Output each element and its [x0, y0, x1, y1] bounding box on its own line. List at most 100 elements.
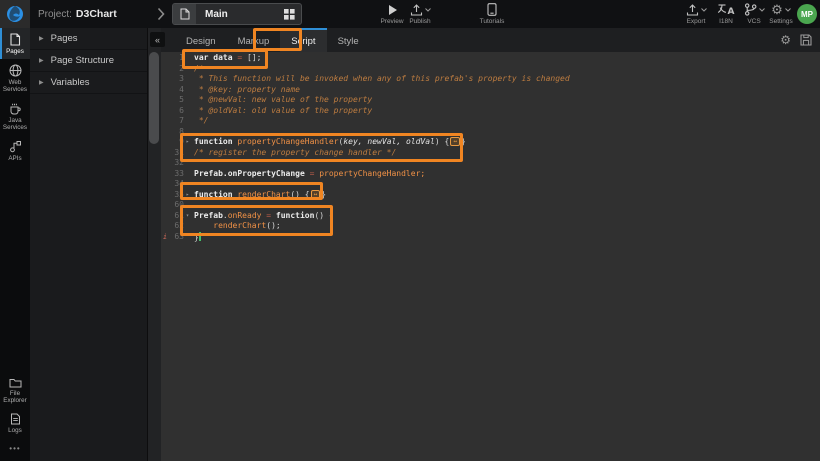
export-button[interactable]: Export [680, 3, 712, 25]
code-text [191, 200, 194, 211]
line-number: 63 [169, 232, 184, 243]
chevron-down-icon [425, 8, 431, 12]
line-number: 62 [169, 221, 184, 232]
panel-section-pages[interactable]: ▶ Pages [30, 28, 147, 50]
gear-icon: ⚙ [771, 4, 783, 16]
folded-code-badge[interactable]: ↔ [311, 190, 321, 199]
fold-gutter [184, 148, 191, 159]
translate-icon: A [717, 3, 736, 16]
code-line[interactable]: 31/* register the property change handle… [161, 148, 820, 159]
svg-text:A: A [727, 7, 734, 16]
lint-marker-icon: i [161, 232, 169, 243]
top-bar: Project: D3Chart Main [0, 0, 820, 28]
code-line[interactable]: 32 [161, 158, 820, 169]
save-icon[interactable] [800, 34, 812, 46]
folder-icon [9, 377, 22, 388]
code-line[interactable]: 4 * @key: property name [161, 85, 820, 96]
fold-gutter [184, 221, 191, 232]
sidebar-item-file-explorer[interactable]: File Explorer [0, 372, 30, 408]
active-page-selector[interactable]: Main [172, 3, 302, 25]
page-file-icon [173, 4, 196, 24]
code-line[interactable]: 7 */ [161, 116, 820, 127]
code-line[interactable]: 34 [161, 179, 820, 190]
line-number: 4 [169, 85, 184, 96]
line-number: 1 [169, 53, 184, 64]
play-icon [387, 3, 398, 16]
code-line[interactable]: 62 renderChart(); [161, 221, 820, 232]
code-line[interactable]: 3 * This function will be invoked when a… [161, 74, 820, 85]
code-line[interactable]: i63} [161, 232, 820, 243]
vcs-button[interactable]: VCS [740, 3, 768, 25]
app-logo[interactable] [0, 0, 30, 28]
sidebar-item-web-services[interactable]: Web Services [0, 59, 30, 97]
gutter-spacer [161, 127, 169, 138]
gear-icon[interactable]: ⚙ [780, 34, 791, 46]
code-line[interactable]: 5 * @newVal: new value of the property [161, 95, 820, 106]
panel-scrollbar[interactable] [148, 28, 161, 461]
tab-script[interactable]: Script [280, 28, 326, 52]
expand-arrow-icon: ▶ [39, 35, 44, 42]
code-line[interactable]: 61▾Prefab.onReady = function() { [161, 211, 820, 222]
tutorials-button[interactable]: Tutorials [476, 3, 508, 25]
code-text: var data = []; [191, 53, 261, 64]
sidebar-item-apis[interactable]: APIs [0, 135, 30, 166]
fold-marker-icon[interactable]: ▸ [184, 190, 191, 201]
line-number: 35 [169, 190, 184, 201]
fold-marker-icon[interactable]: ▾ [184, 211, 191, 222]
code-line[interactable]: 33Prefab.onPropertyChange = propertyChan… [161, 169, 820, 180]
fold-gutter [184, 200, 191, 211]
page-explorer-panel: ▶ Pages ▶ Page Structure ▶ Variables [30, 28, 148, 461]
code-line[interactable]: 1 var data = []; [161, 53, 820, 64]
user-avatar[interactable]: MP [797, 4, 817, 24]
gutter-spacer [161, 221, 169, 232]
log-file-icon [10, 413, 21, 425]
line-number: 8 [169, 127, 184, 138]
branch-icon [744, 3, 757, 16]
code-editor[interactable]: 1 var data = [];2/*3 * This function will… [161, 53, 820, 461]
project-label: Project: [38, 9, 72, 20]
code-line[interactable]: 2/* [161, 64, 820, 75]
code-line[interactable]: 60 [161, 200, 820, 211]
wavemaker-ide: Project: D3Chart Main [0, 0, 820, 461]
activity-bar: Pages Web Services Java Services [0, 28, 30, 461]
more-options-icon[interactable]: ••• [0, 438, 30, 459]
i18n-button[interactable]: A I18N [712, 3, 740, 25]
upload-icon [410, 4, 423, 16]
fold-gutter [184, 95, 191, 106]
publish-button[interactable]: Publish [404, 3, 436, 25]
code-line[interactable]: 8 [161, 127, 820, 138]
fold-gutter [184, 53, 191, 64]
gutter-spacer [161, 116, 169, 127]
settings-button[interactable]: ⚙ Settings [766, 3, 796, 25]
sidebar-item-pages[interactable]: Pages [0, 28, 30, 59]
code-text: renderChart(); [191, 221, 281, 232]
tab-markup[interactable]: Markup [227, 28, 281, 52]
code-line[interactable]: 35▸function renderChart() {↔} [161, 190, 820, 201]
panel-section-page-structure[interactable]: ▶ Page Structure [30, 50, 147, 72]
code-text: */ [191, 116, 208, 127]
gutter-spacer [161, 64, 169, 75]
gutter-spacer [161, 169, 169, 180]
panel-section-variables[interactable]: ▶ Variables [30, 72, 147, 94]
sidebar-item-java-services[interactable]: Java Services [0, 97, 30, 135]
code-line[interactable]: 6 * @oldVal: old value of the property [161, 106, 820, 117]
expand-arrow-icon: ▶ [39, 79, 44, 86]
code-text: function renderChart() {↔} [191, 190, 326, 201]
folded-code-badge[interactable]: ↔ [450, 137, 460, 146]
fold-gutter [184, 74, 191, 85]
gutter-spacer [161, 53, 169, 64]
fold-gutter [184, 116, 191, 127]
line-number: 3 [169, 74, 184, 85]
fold-marker-icon[interactable]: ▸ [184, 137, 191, 148]
tab-design[interactable]: Design [175, 28, 227, 52]
pages-grid-icon[interactable] [284, 9, 295, 20]
line-number: 9 [169, 137, 184, 148]
coffee-cup-icon [9, 102, 22, 115]
scrollbar-thumb[interactable] [149, 52, 159, 144]
tab-style[interactable]: Style [327, 28, 370, 52]
preview-button[interactable]: Preview [378, 3, 406, 25]
code-line[interactable]: 9▸function propertyChangeHandler(key, ne… [161, 137, 820, 148]
sidebar-item-logs[interactable]: Logs [0, 408, 30, 438]
collapse-panel-button[interactable]: « [150, 32, 165, 47]
gutter-spacer [161, 179, 169, 190]
